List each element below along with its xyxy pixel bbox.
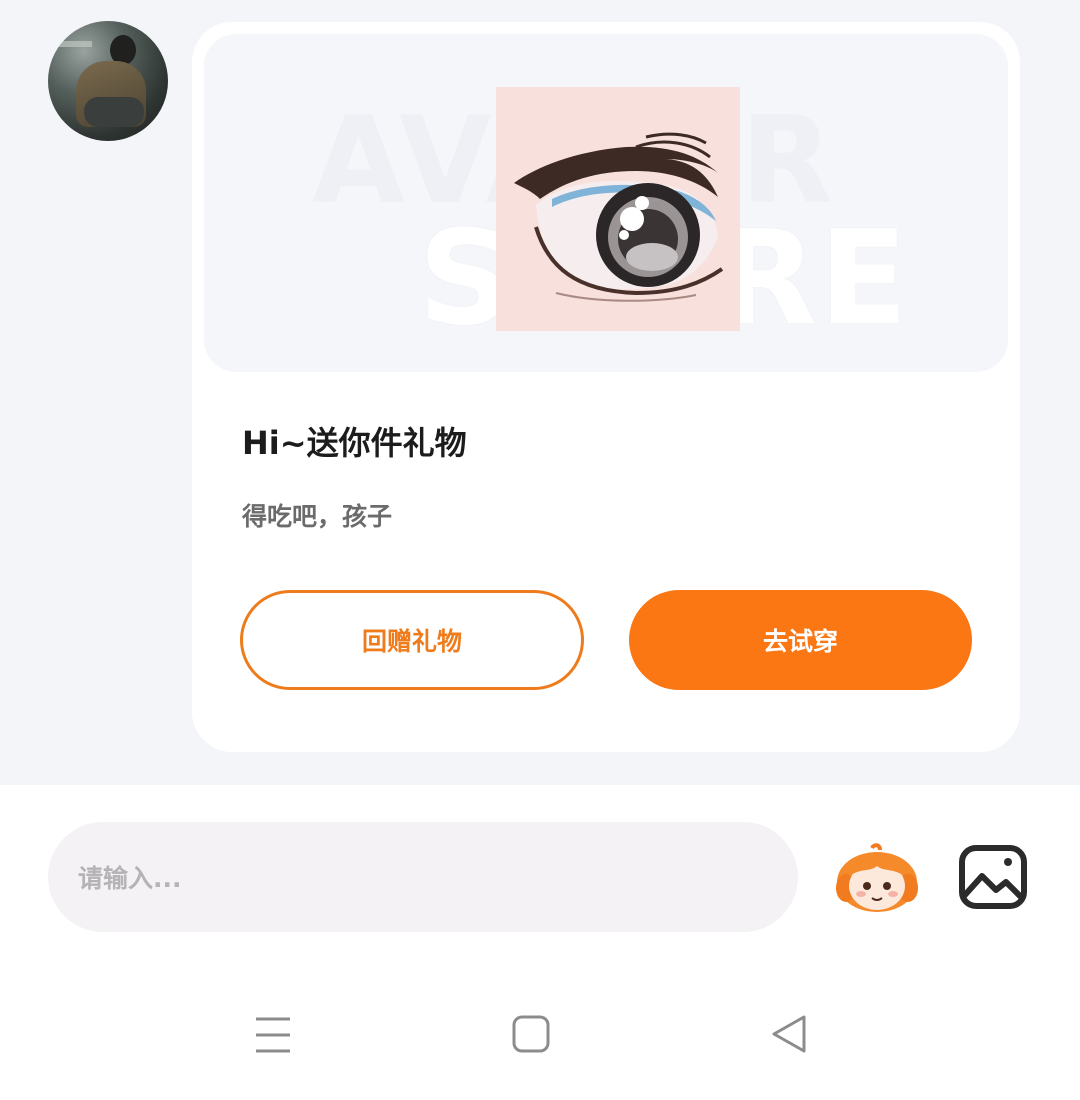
- message-input-placeholder: 请输入...: [78, 864, 182, 893]
- mascot-sticker-icon[interactable]: [834, 842, 920, 914]
- menu-icon[interactable]: [250, 1011, 296, 1057]
- gift-banner: AVATAR STORE: [204, 34, 1008, 372]
- image-picker-icon[interactable]: [958, 844, 1028, 910]
- gift-message-text: 得吃吧，孩子: [242, 502, 393, 531]
- chat-area: AVATAR STORE: [0, 0, 1080, 785]
- message-input[interactable]: 请输入...: [48, 822, 798, 932]
- return-gift-button[interactable]: 回赠礼物: [240, 590, 584, 690]
- try-on-button[interactable]: 去试穿: [629, 590, 972, 690]
- anime-eye-icon: [496, 87, 740, 331]
- gift-title: Hi~送你件礼物: [242, 424, 467, 462]
- home-icon[interactable]: [508, 1011, 554, 1057]
- gift-item-thumbnail[interactable]: [496, 87, 740, 331]
- sender-avatar[interactable]: [48, 21, 168, 141]
- gift-message-card: AVATAR STORE: [192, 22, 1020, 752]
- back-icon[interactable]: [766, 1011, 812, 1057]
